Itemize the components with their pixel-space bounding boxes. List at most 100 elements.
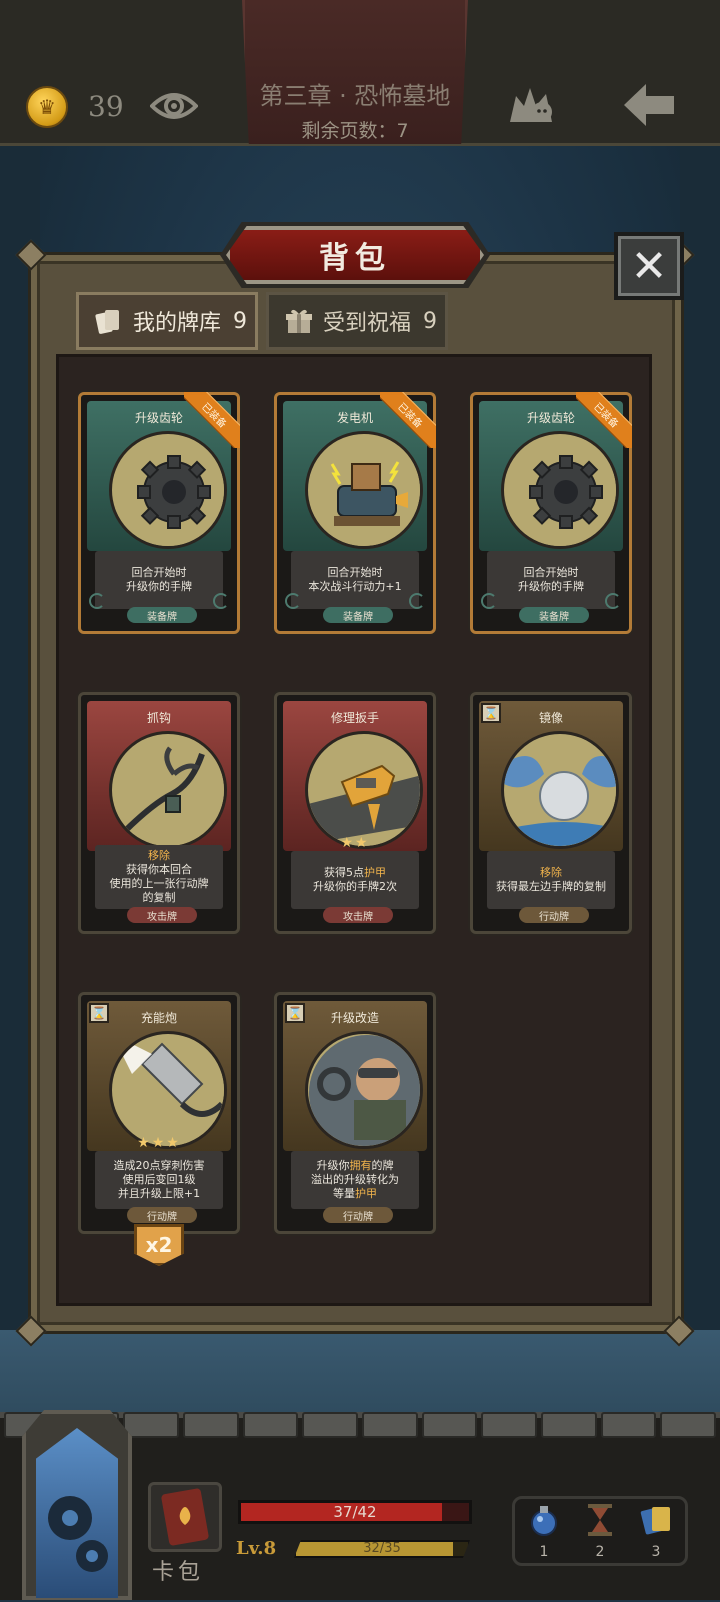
gear-art-icon bbox=[109, 431, 227, 549]
card-frame: 充能炮 ★★★ bbox=[87, 1001, 231, 1151]
card-frame: 镜像 bbox=[479, 701, 623, 851]
mirror-art-icon bbox=[501, 731, 619, 849]
item-slot-number: 1 bbox=[539, 1544, 549, 1560]
tab-count: 9 bbox=[423, 308, 438, 334]
desc-line: 并且升级上限+1 bbox=[117, 1187, 201, 1200]
swirl-ornament bbox=[213, 593, 229, 609]
swirl-ornament bbox=[285, 593, 301, 609]
tab-label: 受到祝福 bbox=[323, 311, 412, 336]
panel-title: 背包 bbox=[319, 241, 391, 276]
generator-art-icon bbox=[305, 431, 423, 549]
card-upgrade-rework[interactable]: 升级改造 ⌛ 升级你拥有的牌 溢出的升级转化为 等量护甲 行动牌 bbox=[274, 992, 436, 1234]
keyword-own: 拥有 bbox=[349, 1159, 372, 1172]
eye-icon[interactable] bbox=[149, 88, 199, 128]
desc-line: 本次战斗行动力+1 bbox=[308, 580, 402, 593]
desc-text: 获得5点 bbox=[324, 866, 364, 879]
cannon-art-icon bbox=[109, 1031, 227, 1149]
desc-line: 获得你本回合 bbox=[126, 863, 192, 876]
deck-button[interactable] bbox=[148, 1482, 222, 1552]
desc-text: 等量 bbox=[333, 1187, 355, 1200]
close-button[interactable]: ✕ bbox=[614, 232, 684, 300]
desc-line: 获得最左边手牌的复制 bbox=[496, 880, 606, 893]
card-description: 获得5点护甲 升级你的手牌2次 bbox=[291, 851, 419, 909]
pet-icon[interactable] bbox=[506, 82, 556, 130]
mechanic-art-icon bbox=[305, 1031, 423, 1149]
deck-label: 卡包 bbox=[152, 1560, 205, 1585]
ribbon-label: 已装备 bbox=[576, 392, 632, 448]
card-name: 抓钩 bbox=[146, 711, 171, 725]
desc-line: 升级你的手牌 bbox=[518, 580, 584, 593]
equipped-ribbon: 已装备 bbox=[380, 392, 436, 448]
tab-my-deck[interactable]: 我的牌库 9 bbox=[76, 292, 258, 350]
cards-icon bbox=[95, 310, 119, 334]
close-icon: ✕ bbox=[630, 240, 668, 292]
desc-line: 回合开始时 bbox=[327, 566, 383, 579]
swirl-ornament bbox=[89, 593, 105, 609]
keyword-armor: 护甲 bbox=[355, 1187, 377, 1200]
card-upgrade-gear[interactable]: 升级齿轮 已装备 回合开始时 升级你的手牌 装备牌 bbox=[470, 392, 632, 634]
card-charge-cannon[interactable]: 充能炮 ★★★ ⌛ 造成20点穿刺伤害 使用后变回1级 并且升级上限+1 行动牌 bbox=[78, 992, 240, 1234]
ribbon-label: 已装备 bbox=[184, 392, 240, 448]
item-slot-number: 3 bbox=[651, 1544, 661, 1560]
swirl-ornament bbox=[605, 593, 621, 609]
card-frame: 抓钩 bbox=[87, 701, 231, 851]
hourglass-icon: ⌛ bbox=[89, 1003, 109, 1023]
card-mirror[interactable]: 镜像 ⌛ 移除 获得最左边手牌的复制 行动牌 bbox=[470, 692, 632, 934]
hp-text: 37/42 bbox=[333, 1503, 377, 1521]
panel-title-plate: 背包 bbox=[226, 226, 484, 284]
card-description: 移除 获得你本回合 使用的上一张行动牌 的复制 bbox=[95, 845, 223, 909]
card-type: 装备牌 bbox=[519, 607, 589, 623]
xp-text: 32/35 bbox=[363, 1541, 401, 1556]
coin-count: 39 bbox=[88, 90, 124, 123]
desc-line: 造成20点穿刺伤害 bbox=[113, 1159, 205, 1172]
equipped-ribbon: 已装备 bbox=[576, 392, 632, 448]
card-generator[interactable]: 发电机 已装备 回合开始时 本次战斗行动力+1 装备牌 bbox=[274, 392, 436, 634]
hourglass-icon[interactable] bbox=[580, 1500, 620, 1540]
wrench-art-icon bbox=[305, 731, 423, 849]
card-type: 行动牌 bbox=[127, 1207, 197, 1223]
coin-icon: ♛ bbox=[26, 86, 68, 128]
pages-remaining: 剩余页数：7 bbox=[301, 120, 409, 142]
potion-icon[interactable] bbox=[524, 1500, 564, 1540]
card-description: 造成20点穿刺伤害 使用后变回1级 并且升级上限+1 bbox=[95, 1151, 223, 1209]
card-type: 装备牌 bbox=[323, 607, 393, 623]
keyword-armor: 护甲 bbox=[364, 866, 386, 879]
card-frame: 升级改造 bbox=[283, 1001, 427, 1151]
hook-art-icon bbox=[109, 731, 227, 849]
level-text: Lv.8 bbox=[236, 1538, 277, 1559]
gear-art-icon bbox=[501, 431, 619, 549]
gears-icon bbox=[48, 1496, 108, 1572]
card-type: 攻击牌 bbox=[127, 907, 197, 923]
keyword-remove: 移除 bbox=[540, 866, 562, 879]
star-rating: ★★ bbox=[340, 835, 370, 851]
card-frame: 修理扳手 ★★ bbox=[283, 701, 427, 851]
swirl-ornament bbox=[409, 593, 425, 609]
back-arrow-icon[interactable] bbox=[622, 82, 676, 132]
gear-door-window bbox=[36, 1428, 118, 1598]
card-type: 行动牌 bbox=[519, 907, 589, 923]
ribbon-label: 已装备 bbox=[380, 392, 436, 448]
card-repair-wrench[interactable]: 修理扳手 ★★ 获得5点护甲 升级你的手牌2次 攻击牌 bbox=[274, 692, 436, 934]
chapter-title: 第三章 · 恐怖墓地 bbox=[259, 82, 451, 110]
desc-text: 的牌 bbox=[371, 1159, 394, 1172]
desc-line: 等量护甲 bbox=[333, 1187, 377, 1201]
card-description: 回合开始时 升级你的手牌 bbox=[487, 551, 615, 609]
equipped-ribbon: 已装备 bbox=[184, 392, 240, 448]
gift-icon bbox=[286, 309, 312, 333]
desc-line: 获得5点护甲 bbox=[324, 866, 386, 880]
tab-blessings[interactable]: 受到祝福 9 bbox=[266, 292, 448, 350]
tree-trunk bbox=[680, 146, 720, 1406]
tab-label: 我的牌库 bbox=[133, 311, 222, 336]
desc-line: 使用后变回1级 bbox=[122, 1173, 196, 1186]
card-description: 升级你拥有的牌 溢出的升级转化为 等量护甲 bbox=[291, 1151, 419, 1209]
card-upgrade-gear[interactable]: 升级齿轮 已装备 回合开始时 升级你的手牌 装备牌 bbox=[78, 392, 240, 634]
card-type: 装备牌 bbox=[127, 607, 197, 623]
card-type: 攻击牌 bbox=[323, 907, 393, 923]
desc-line: 使用的上一张行动牌 bbox=[109, 877, 209, 890]
card-description: 回合开始时 升级你的手牌 bbox=[95, 551, 223, 609]
desc-line: 回合开始时 bbox=[131, 566, 187, 579]
card-grappling-hook[interactable]: 抓钩 移除 获得你本回合 使用的上一张行动牌 的复制 攻击牌 bbox=[78, 692, 240, 934]
card-type: 行动牌 bbox=[323, 1207, 393, 1223]
card-name: 修理扳手 bbox=[330, 711, 379, 725]
cards-icon[interactable] bbox=[636, 1500, 676, 1540]
